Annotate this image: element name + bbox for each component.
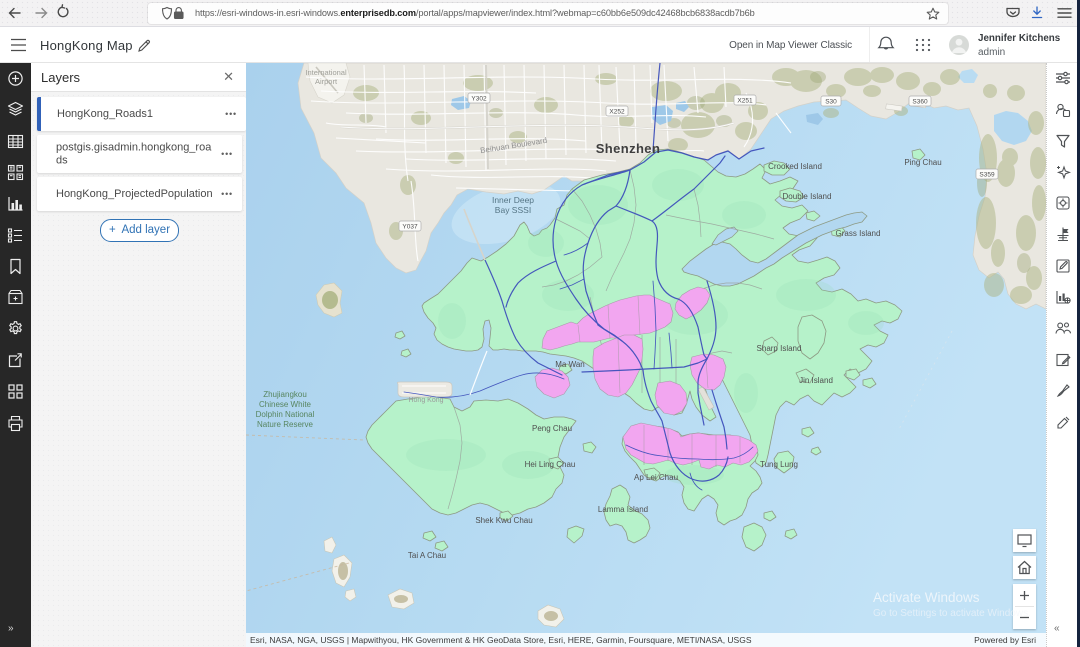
svg-text:Zhujiangkou: Zhujiangkou [263, 390, 307, 399]
svg-text:Lamma Island: Lamma Island [598, 505, 648, 514]
svg-text:Ap Lei Chau: Ap Lei Chau [634, 473, 678, 482]
svg-text:S360: S360 [912, 99, 928, 106]
svg-text:S30: S30 [825, 99, 837, 106]
svg-text:Grass Island: Grass Island [836, 229, 881, 238]
svg-text:Inner Deep: Inner Deep [492, 195, 534, 205]
svg-text:Peng Chau: Peng Chau [532, 424, 572, 433]
svg-text:Tai A Chau: Tai A Chau [408, 551, 446, 560]
svg-text:Hong Kong: Hong Kong [408, 397, 443, 404]
svg-text:Double Island: Double Island [783, 192, 832, 201]
svg-text:Nature Reserve: Nature Reserve [257, 420, 314, 429]
svg-text:X251: X251 [737, 98, 753, 105]
svg-text:Ma Wan: Ma Wan [555, 360, 585, 369]
svg-text:Y037: Y037 [402, 224, 418, 231]
svg-text:X252: X252 [609, 109, 625, 116]
svg-text:Dolphin National: Dolphin National [256, 410, 315, 419]
svg-text:Crooked Island: Crooked Island [768, 162, 822, 171]
svg-text:Bay SSSI: Bay SSSI [495, 205, 531, 215]
svg-text:Chinese White: Chinese White [259, 400, 312, 409]
svg-text:S359: S359 [979, 172, 995, 179]
svg-text:Ping Chau: Ping Chau [904, 158, 941, 167]
svg-text:Shenzhen: Shenzhen [596, 141, 661, 156]
svg-text:Shek Kwu Chau: Shek Kwu Chau [475, 516, 532, 525]
svg-text:Y302: Y302 [471, 96, 487, 103]
svg-text:International: International [305, 68, 347, 77]
svg-text:Jin Island: Jin Island [799, 376, 833, 385]
svg-text:Tung Lung: Tung Lung [760, 460, 798, 469]
svg-text:Sharp Island: Sharp Island [757, 344, 802, 353]
svg-text:Airport: Airport [315, 77, 338, 86]
svg-text:Hei Ling Chau: Hei Ling Chau [525, 460, 576, 469]
